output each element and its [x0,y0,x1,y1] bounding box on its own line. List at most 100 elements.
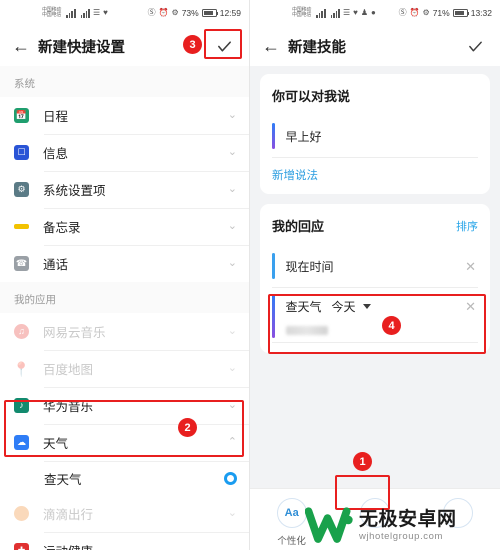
calendar-icon: 📅 [14,108,29,123]
tab-middle[interactable] [344,498,406,533]
list-item-label: 百度地图 [43,363,94,377]
chevron-down-icon[interactable]: ⌄ [228,110,237,121]
annotation-badge-1: 1 [353,452,372,471]
list-item-health[interactable]: ✚ 运动健康 ⌄ [0,532,249,550]
list-item-netease-music[interactable]: ♫ 网易云音乐 ⌄ [0,313,249,350]
carrier-line-2: 中国电信 [42,12,62,18]
bluetooth-icon: ⚙ [171,8,179,17]
accent-bar [272,253,275,279]
list-item-message[interactable]: ☐ 信息 ⌄ [0,134,249,171]
response-item-check-weather[interactable]: 查天气 今天 ✕ [272,288,478,343]
right-battery-percent: 71% [432,8,450,18]
chevron-down-icon[interactable]: ⌄ [228,400,237,411]
page-title: 新建技能 [288,39,346,56]
list-item-memo[interactable]: 备忘录 ⌄ [0,208,249,245]
chevron-down-icon[interactable]: ⌄ [228,147,237,158]
weather-cloud-icon: ☁ [14,435,29,450]
say-card-header: 你可以对我说 [272,86,478,105]
accent-bar [272,294,275,338]
chevron-down-icon[interactable]: ⌄ [228,326,237,337]
carrier-labels: 中国移动 中国电信 [42,7,62,19]
list-item-weather[interactable]: ☁ 天气 ⌃ [0,424,249,461]
carrier-labels: 中国移动 中国电信 [292,7,312,19]
chevron-down-icon[interactable]: ⌄ [228,545,237,550]
vpn-icon: ♥ [353,8,358,17]
chevron-down-icon[interactable] [362,303,371,309]
list-item-label: 备忘录 [43,221,81,235]
chevron-up-icon[interactable]: ⌃ [228,437,237,448]
left-battery-percent: 73% [181,8,199,18]
accent-bar [272,123,275,149]
carrier-line-2: 中国电信 [292,12,312,18]
tab-right-icon [443,498,474,528]
list-item-calendar[interactable]: 📅 日程 ⌄ [0,97,249,134]
signal-bars-icon-1 [66,8,76,18]
right-status-right: Ⓢ ⏰ ⚙ 71% 13:32 [399,8,492,18]
alarm-icon: ⏰ [158,8,169,17]
tab-label: 个性化 [277,536,306,547]
response-item-label: 现在时间 [285,259,334,274]
list-item-didi[interactable]: 滴滴出行 ⌄ [0,495,249,532]
sub-list-item-check-weather[interactable]: 查天气 [0,461,249,495]
mute-icon: Ⓢ [398,8,407,17]
chevron-down-icon[interactable]: ⌄ [228,363,237,374]
confirm-checkmark-button[interactable] [462,35,488,57]
list-item-label: 日程 [43,110,69,124]
skill-param: 今天 [331,299,356,314]
say-to-me-card: 你可以对我说 早上好 新增说法 [260,74,490,194]
left-app-bar: ← 新建快捷设置 [0,26,249,66]
bluetooth-icon: ⚙ [422,8,430,17]
section-label-my-apps: 我的应用 [0,282,249,313]
huawei-music-icon: ♪ [14,398,29,413]
right-status-bar: 中国移动 中国电信 ☰ ♥ ♟ ● Ⓢ ⏰ ⚙ 71% 13:32 [250,0,500,26]
bottom-tab-bar: Aa 个性化 [250,488,500,550]
signal-bars-icon-2 [330,8,340,18]
chevron-down-icon[interactable]: ⌄ [228,221,237,232]
sub-list-item-label: 查天气 [44,472,82,487]
list-item-huawei-music[interactable]: ♪ 华为音乐 ⌄ [0,387,249,424]
memo-icon [14,224,29,229]
response-card-header: 我的回应 排序 [272,216,478,235]
phrase-value: 早上好 [285,129,322,144]
phrase-field[interactable]: 早上好 [272,115,478,158]
gear-icon: ⚙ [14,182,29,197]
my-response-card: 我的回应 排序 现在时间 ✕ 查天气 今天 ✕ [260,204,490,353]
signal-bars-icon-2 [80,8,90,18]
list-item-label: 通话 [43,258,69,272]
close-icon[interactable]: ✕ [463,260,478,273]
vpn-icon: ♥ [103,8,108,17]
sort-button[interactable]: 排序 [456,218,478,234]
didi-icon [14,506,29,521]
list-item-label: 信息 [43,147,69,161]
response-card-title: 我的回应 [272,219,325,234]
close-icon[interactable]: ✕ [463,300,478,313]
wifi-icon: ☰ [342,8,351,17]
map-pin-icon: 📍 [12,360,31,377]
right-app-bar: ← 新建技能 [250,26,500,66]
wifi-icon: ☰ [92,8,101,17]
add-phrase-link[interactable]: 新增说法 [272,167,318,183]
alarm-icon: ⏰ [409,8,420,17]
phone-icon: ☎ [14,256,29,271]
response-item-current-time[interactable]: 现在时间 ✕ [272,245,478,288]
confirm-checkmark-button[interactable] [211,35,237,57]
list-item-call[interactable]: ☎ 通话 ⌄ [0,245,249,282]
person-icon: ♟ [360,8,369,17]
battery-icon [201,9,219,17]
chat-icon: ● [371,8,376,17]
left-settings-list[interactable]: 系统 📅 日程 ⌄ ☐ 信息 ⌄ ⚙ 系统设置项 ⌄ 备忘录 ⌄ ☎ 通话 ⌄ … [0,66,249,550]
back-arrow-icon[interactable]: ← [12,37,34,55]
back-arrow-icon[interactable]: ← [262,37,284,55]
list-item-baidu-map[interactable]: 📍 百度地图 ⌄ [0,350,249,387]
netease-music-icon: ♫ [14,324,29,339]
chevron-down-icon[interactable]: ⌄ [228,508,237,519]
list-item-system-settings[interactable]: ⚙ 系统设置项 ⌄ [0,171,249,208]
tab-right[interactable] [427,498,489,533]
chevron-down-icon[interactable]: ⌄ [228,258,237,269]
page-title: 新建快捷设置 [38,39,125,56]
chevron-down-icon[interactable]: ⌄ [228,184,237,195]
radio-selected-icon[interactable] [224,471,237,485]
tab-personalize[interactable]: Aa 个性化 [261,498,323,547]
screenshot-stage: 中国移动 中国电信 ☰ ♥ Ⓢ ⏰ ⚙ 73% 12:59 ← 新建快捷设置 系… [0,0,500,550]
left-status-right: Ⓢ ⏰ ⚙ 73% 12:59 [148,8,241,18]
